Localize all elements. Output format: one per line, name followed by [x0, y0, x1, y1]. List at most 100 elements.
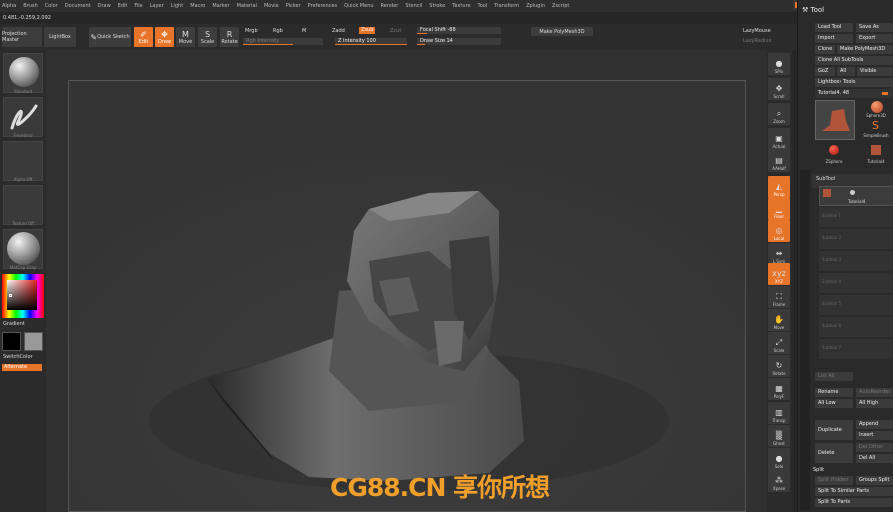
subtool-slot[interactable]: Subtool 7 [819, 339, 893, 359]
menu-item-transform[interactable]: Transform [494, 3, 519, 9]
del-other-button[interactable]: Del Other [856, 443, 893, 452]
make-polymesh-button[interactable]: Make PolyMesh3D [531, 27, 593, 36]
menu-item-edit[interactable]: Edit [118, 3, 128, 9]
secondary-color-swatch[interactable] [24, 332, 43, 351]
load-tool-button[interactable]: Load Tool [815, 23, 853, 32]
menu-item-texture[interactable]: Texture [452, 3, 470, 9]
delete-button[interactable]: Delete [815, 443, 853, 463]
subtool-slot[interactable]: Subtool 6 [819, 317, 893, 337]
scale-button[interactable]: ⤢ Scale [768, 332, 790, 354]
document-canvas[interactable] [68, 80, 746, 512]
split-similar-parts-button[interactable]: Split To Similar Parts [815, 487, 893, 496]
focal-shift-slider[interactable]: Focal Shift -88 [417, 27, 501, 34]
menu-item-stencil[interactable]: Stencil [405, 3, 422, 9]
menu-item-material[interactable]: Material [237, 3, 257, 9]
brush-selector[interactable] [3, 53, 43, 93]
menu-item-tool[interactable]: Tool [478, 3, 488, 9]
rgb-toggle[interactable]: Rgb [273, 28, 283, 34]
draw-button[interactable]: ✥ Draw [155, 27, 174, 47]
menu-item-movie[interactable]: Movie [264, 3, 279, 9]
subtool-slot[interactable]: Subtool 2 [819, 229, 893, 249]
menu-item-color[interactable]: Color [45, 3, 58, 9]
xyz-button[interactable]: xyz XYZ [768, 263, 790, 285]
append-button[interactable]: Append [856, 420, 893, 429]
menu-item-quick-menu[interactable]: Quick Menu [344, 3, 373, 9]
current-tool-slider[interactable]: Tutorial4. 48 [815, 89, 893, 98]
rotate-button[interactable]: R Rotate [220, 27, 239, 47]
menu-item-file[interactable]: File [134, 3, 142, 9]
del-all-button[interactable]: Del All [856, 454, 893, 463]
alpha-selector[interactable] [3, 141, 43, 181]
material-selector[interactable] [3, 229, 43, 269]
scale-button[interactable]: S Scale [198, 27, 217, 47]
autoreorder-button[interactable]: AutoReorder [856, 388, 893, 397]
menu-item-picker[interactable]: Picker [286, 3, 301, 9]
mrgb-toggle[interactable]: Mrgb [245, 28, 258, 34]
rgb-intensity-slider[interactable]: Rgb Intensity [243, 38, 323, 45]
tool-thumb-sphere[interactable]: Sphere3D [860, 100, 892, 118]
gradient-label[interactable]: Gradient [3, 321, 25, 327]
insert-button[interactable]: Insert [856, 431, 893, 440]
subtool-slot[interactable]: Subtool 4 [819, 273, 893, 293]
move-button[interactable]: ✋ Move [768, 309, 790, 331]
export-button[interactable]: Export [856, 34, 893, 43]
subtool-slot[interactable]: Subtool 3 [819, 251, 893, 271]
projection-master-button[interactable]: Projection Master [2, 27, 42, 47]
actual-button[interactable]: ▣ Actual [768, 128, 790, 150]
groups-split-button[interactable]: Groups Split [856, 476, 893, 485]
canvas-viewport[interactable]: CG88.CN 享你所想 [46, 50, 766, 512]
frame-button[interactable]: ⛶ Frame [768, 286, 790, 308]
clone-all-subtools-button[interactable]: Clone All SubTools [815, 56, 893, 65]
aahalf-button[interactable]: ▤ AAHalf [768, 150, 790, 172]
subtool-slot[interactable]: Subtool 5 [819, 295, 893, 315]
subtool-slot[interactable]: Subtool 1 [819, 207, 893, 227]
save-as-button[interactable]: Save As [856, 23, 893, 32]
subtool-active[interactable]: Tutorial4 [819, 186, 893, 206]
tool-thumb-zsphere[interactable]: ZSphere [818, 143, 850, 165]
local-button[interactable]: ◎ Local [768, 220, 790, 242]
menu-item-draw[interactable]: Draw [98, 3, 111, 9]
menu-item-preferences[interactable]: Preferences [308, 3, 337, 9]
zadd-toggle[interactable]: Zadd [332, 28, 345, 34]
zsub-toggle[interactable]: Zsub [359, 27, 376, 34]
menu-item-layer[interactable]: Layer [150, 3, 164, 9]
goz-button[interactable]: GoZ [815, 67, 835, 76]
draw-size-slider[interactable]: Draw Size 14 [417, 38, 501, 45]
persp-button[interactable]: ◭ Persp [768, 176, 790, 198]
all-high-button[interactable]: All High [856, 399, 893, 408]
stroke-selector[interactable] [3, 97, 43, 137]
split-section[interactable]: Split [813, 467, 824, 473]
lazyradius-slider[interactable]: LazyRadius [743, 38, 771, 44]
menu-item-stroke[interactable]: Stroke [429, 3, 445, 9]
menu-item-alpha[interactable]: Alpha [2, 3, 16, 9]
color-cursor[interactable] [9, 294, 12, 297]
color-picker[interactable] [2, 274, 44, 318]
m-toggle[interactable]: M [302, 28, 306, 34]
ghost-button[interactable]: ▒ Ghost [768, 425, 790, 447]
xpose-button[interactable]: ⁂ Xpose [768, 470, 790, 492]
tool-thumb-tutorial-small[interactable]: Tutorial4 [860, 143, 892, 165]
import-button[interactable]: Import [815, 34, 853, 43]
switchcolor-button[interactable]: SwitchColor [3, 354, 33, 360]
menu-item-light[interactable]: Light [171, 3, 183, 9]
list-all-button[interactable]: List All [815, 372, 853, 381]
transp-button[interactable]: ▥ Transp [768, 402, 790, 424]
duplicate-button[interactable]: Duplicate [815, 420, 853, 440]
menu-item-document[interactable]: Document [65, 3, 91, 9]
goz-visible-button[interactable]: Visible [857, 67, 893, 76]
lightbox-button[interactable]: LightBox [44, 27, 76, 47]
quick-sketch-button[interactable]: ✎ Quick Sketch [89, 27, 131, 47]
texture-selector[interactable] [3, 185, 43, 225]
menu-item-render[interactable]: Render [381, 3, 399, 9]
all-low-button[interactable]: All Low [815, 399, 853, 408]
rename-button[interactable]: Rename [815, 388, 853, 397]
split-to-parts-button[interactable]: Split To Parts [815, 498, 893, 507]
tool-thumb-tutorial[interactable] [815, 100, 855, 140]
split-hidden-button[interactable]: Split Hidden [815, 476, 853, 485]
floor-button[interactable]: ▁ Floor [768, 198, 790, 220]
spix-button[interactable]: ● SPix [768, 53, 790, 75]
menu-item-zscript[interactable]: Zscript [552, 3, 569, 9]
visibility-eye-icon[interactable] [850, 190, 855, 195]
lightbox-tools-button[interactable]: Lightbox› Tools [815, 78, 893, 87]
menu-item-marker[interactable]: Marker [212, 3, 229, 9]
